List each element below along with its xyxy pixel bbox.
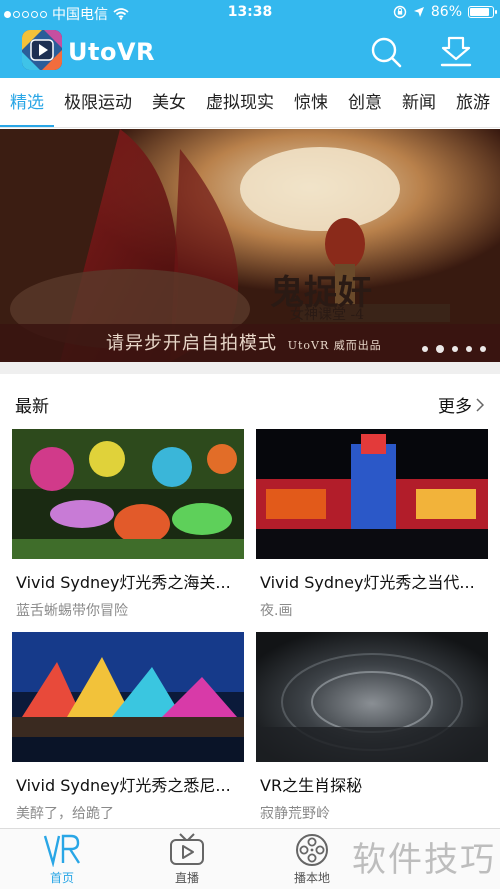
battery-fill	[470, 8, 489, 16]
app-header: 中国电信 13:38 86% UtoVR	[0, 0, 500, 78]
tv-play-icon	[170, 833, 204, 865]
nav-local[interactable]: 播本地	[272, 833, 352, 886]
category-tabs: 精选 极限运动 美女 虚拟现实 惊悚 创意 新闻 旅游	[0, 78, 500, 128]
tab-thriller[interactable]: 惊悚	[284, 78, 338, 127]
pager-dot[interactable]	[466, 346, 472, 352]
banner-image	[0, 129, 500, 362]
vr-home-icon	[43, 834, 81, 867]
video-author: 寂静荒野岭	[260, 806, 330, 822]
video-author: 夜.画	[260, 603, 293, 619]
location-arrow-icon	[413, 7, 424, 17]
nav-local-label: 播本地	[293, 871, 330, 885]
more-label: 更多	[438, 397, 472, 417]
tab-creative[interactable]: 创意	[338, 78, 392, 127]
section-divider	[0, 362, 500, 374]
app-brand: UtoVR	[68, 38, 156, 66]
tab-travel[interactable]: 旅游	[446, 78, 500, 127]
status-bar: 中国电信 13:38 86%	[0, 0, 500, 24]
download-icon[interactable]	[436, 32, 476, 72]
featured-banner[interactable]: 鬼捉奸 女神课堂 -4 请异步开启自拍模式 UtoVR 威而出品	[0, 129, 500, 362]
section-title: 最新	[15, 397, 49, 417]
video-title[interactable]: VR之生肖探秘	[256, 772, 488, 796]
app-logo-icon[interactable]	[22, 30, 62, 70]
video-title[interactable]: Vivid Sydney灯光秀之悉尼...	[12, 772, 244, 796]
tab-extreme-sports[interactable]: 极限运动	[54, 78, 142, 127]
tab-beauty[interactable]: 美女	[142, 78, 196, 127]
video-thumbnail[interactable]	[12, 429, 244, 559]
nav-home-label: 首页	[49, 871, 74, 885]
video-card[interactable]: Vivid Sydney灯光秀之悉尼... 美醉了，给跪了	[12, 632, 244, 823]
pager-dot[interactable]	[436, 345, 444, 353]
watermark-text: 软件技巧	[352, 840, 496, 880]
status-right: 86%	[393, 4, 497, 20]
more-link[interactable]: 更多	[438, 392, 484, 417]
nav-live-label: 直播	[174, 871, 199, 885]
battery-icon	[468, 6, 497, 18]
video-title[interactable]: Vivid Sydney灯光秀之当代...	[256, 569, 488, 593]
video-thumbnail[interactable]	[256, 429, 488, 559]
tab-featured[interactable]: 精选	[0, 78, 54, 127]
tab-virtual-reality[interactable]: 虚拟现实	[196, 78, 284, 127]
video-card[interactable]: Vivid Sydney灯光秀之海关... 蓝舌蜥蜴带你冒险	[12, 429, 244, 620]
chevron-right-icon	[476, 397, 484, 412]
pager-dot[interactable]	[480, 346, 486, 352]
video-thumbnail[interactable]	[256, 632, 488, 762]
search-icon[interactable]	[366, 32, 406, 72]
nav-home[interactable]: 首页	[22, 833, 102, 886]
banner-subtitle: 女神课堂 -4	[290, 307, 365, 323]
video-author: 蓝舌蜥蜴带你冒险	[16, 603, 128, 619]
nav-live[interactable]: 直播	[147, 833, 227, 886]
video-title[interactable]: Vivid Sydney灯光秀之海关...	[12, 569, 244, 593]
battery-percent: 86%	[430, 4, 462, 20]
video-card[interactable]: VR之生肖探秘 寂静荒野岭	[256, 632, 488, 823]
film-reel-icon	[296, 834, 328, 866]
banner-caption-text: 请异步开启自拍模式	[106, 333, 277, 354]
pager-dot[interactable]	[422, 346, 428, 352]
video-author: 美醉了，给跪了	[16, 806, 114, 822]
rotation-lock-icon	[393, 5, 407, 19]
banner-badge: UtoVR 威而出品	[287, 339, 382, 352]
video-thumbnail[interactable]	[12, 632, 244, 762]
pager-dot[interactable]	[452, 346, 458, 352]
banner-pager[interactable]	[422, 345, 486, 353]
banner-caption: 请异步开启自拍模式 UtoVR 威而出品	[106, 329, 382, 355]
app-bar: UtoVR	[0, 24, 500, 78]
video-card[interactable]: Vivid Sydney灯光秀之当代... 夜.画	[256, 429, 488, 620]
tab-news[interactable]: 新闻	[392, 78, 446, 127]
